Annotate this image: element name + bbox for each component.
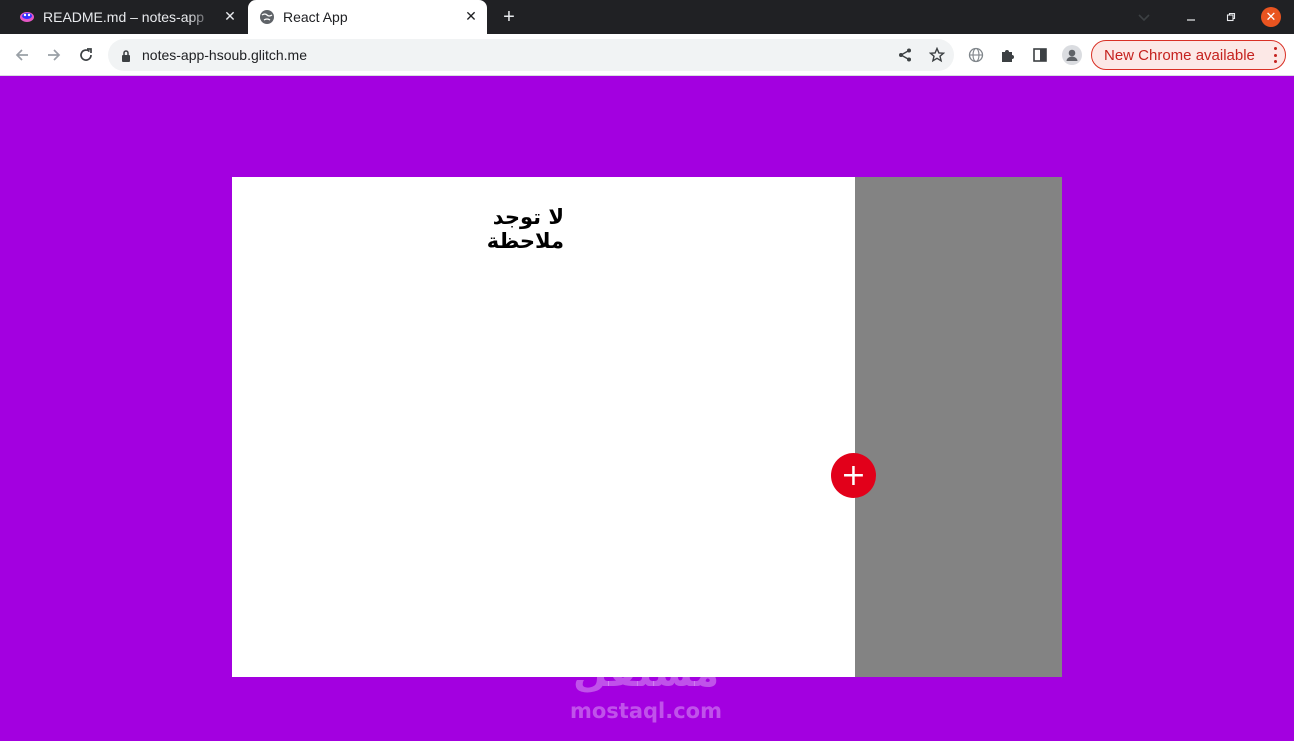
new-tab-button[interactable]: + xyxy=(497,5,521,29)
close-tab-icon[interactable]: ✕ xyxy=(220,7,240,27)
share-icon[interactable] xyxy=(896,46,914,64)
close-tab-icon[interactable]: ✕ xyxy=(461,7,481,27)
restore-icon[interactable] xyxy=(1222,8,1240,26)
update-chrome-label: New Chrome available xyxy=(1104,46,1255,64)
reload-icon[interactable] xyxy=(74,43,98,67)
lock-icon[interactable] xyxy=(120,48,132,62)
empty-notes-message: لا توجد ملاحظة xyxy=(486,205,564,253)
note-preview-panel xyxy=(855,177,1062,677)
bookmark-star-icon[interactable] xyxy=(928,46,946,64)
watermark-site: mostaql.com xyxy=(570,699,722,723)
tab-react-app[interactable]: React App ✕ xyxy=(248,0,487,34)
tab-title: React App xyxy=(283,9,348,25)
update-chrome-button[interactable]: New Chrome available xyxy=(1091,40,1286,70)
back-arrow-icon[interactable] xyxy=(10,43,34,67)
tab-strip: README.md – notes-app ✕ React App ✕ + ✕ xyxy=(0,0,1294,34)
browser-toolbar: notes-app-hsoub.glitch.me New Chrome ava… xyxy=(0,34,1294,76)
side-panel-icon[interactable] xyxy=(1031,46,1049,64)
profile-avatar-icon[interactable] xyxy=(1062,45,1082,65)
minimize-icon[interactable] xyxy=(1182,8,1200,26)
url-text[interactable]: notes-app-hsoub.glitch.me xyxy=(142,47,307,63)
tab-search-icon[interactable] xyxy=(1136,9,1152,25)
notes-list-panel: لا توجد ملاحظة xyxy=(232,177,855,677)
add-note-button[interactable]: + xyxy=(831,453,876,498)
extensions-puzzle-icon[interactable] xyxy=(999,46,1017,64)
forward-arrow-icon[interactable] xyxy=(42,43,66,67)
extension-globe-icon[interactable] xyxy=(967,46,985,64)
more-vert-icon[interactable] xyxy=(1272,47,1278,63)
tab-readme[interactable]: README.md – notes-app ✕ xyxy=(8,0,246,34)
globe-icon xyxy=(259,9,275,25)
address-bar[interactable]: notes-app-hsoub.glitch.me xyxy=(108,39,954,71)
close-window-icon[interactable]: ✕ xyxy=(1261,7,1281,27)
glitch-favicon-icon xyxy=(19,9,35,25)
tab-title: README.md – notes-app xyxy=(43,9,205,25)
